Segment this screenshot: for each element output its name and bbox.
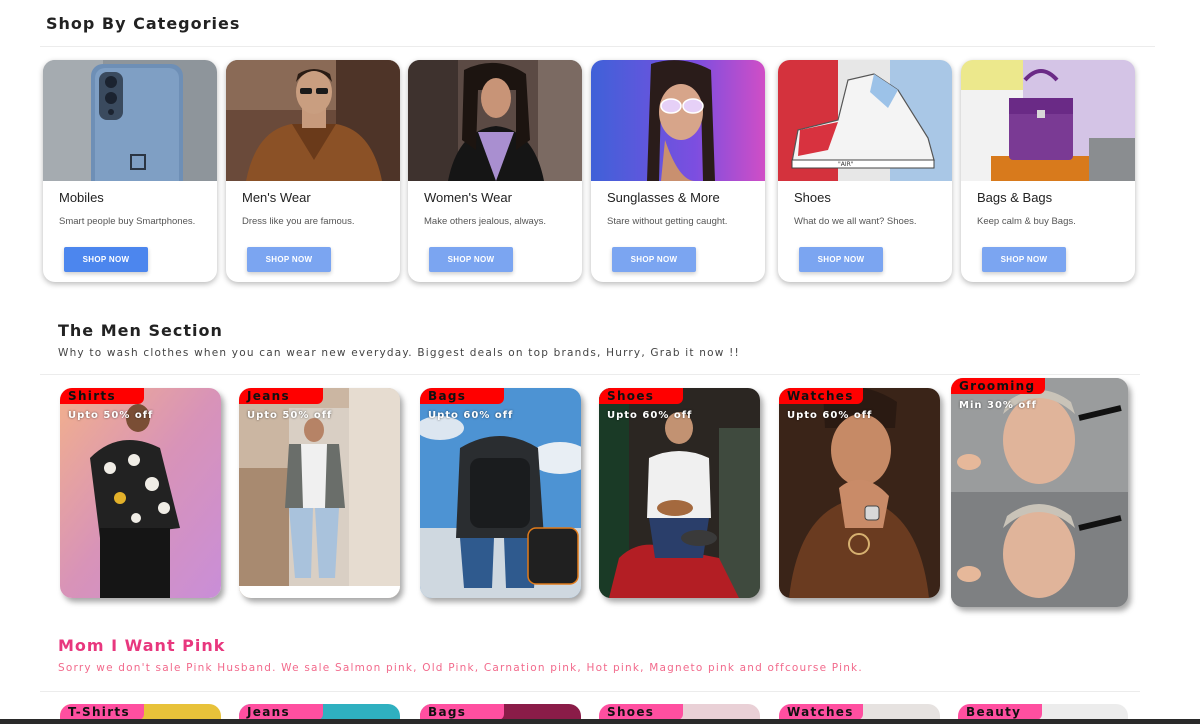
category-description: Smart people buy Smartphones. <box>59 216 196 227</box>
tile-category-tag: Jeans <box>239 388 323 404</box>
grooming-model-image <box>951 378 1128 607</box>
tile-offer-text: Upto 60% off <box>607 410 693 421</box>
page: Shop By Categories Mobiles Smart people … <box>0 0 1200 724</box>
category-card-womens-wear[interactable]: Women's Wear Make others jealous, always… <box>408 60 582 282</box>
tile-offer-text: Upto 60% off <box>787 410 873 421</box>
shop-section-title: Shop By Categories <box>46 14 241 33</box>
tile-category-tag: Shirts <box>60 388 144 404</box>
tile-offer-text: Upto 60% off <box>428 410 514 421</box>
man-image <box>226 60 400 181</box>
divider <box>40 691 1140 692</box>
category-name: Women's Wear <box>424 190 512 205</box>
shop-now-button[interactable]: SHOP NOW <box>247 247 331 272</box>
divider <box>40 374 1140 375</box>
category-description: Dress like you are famous. <box>242 216 355 227</box>
category-name: Bags & Bags <box>977 190 1053 205</box>
category-description: What do we all want? Shoes. <box>794 216 917 227</box>
men-tile-shirts[interactable]: Shirts Upto 50% off <box>60 388 221 598</box>
category-name: Men's Wear <box>242 190 311 205</box>
category-name: Mobiles <box>59 190 104 205</box>
tile-category-tag: Watches <box>779 704 863 720</box>
tile-category-tag: Jeans <box>239 704 323 720</box>
men-tile-shoes[interactable]: Shoes Upto 60% off <box>599 388 760 598</box>
tile-category-tag: Beauty <box>958 704 1042 720</box>
sunglasses-image <box>591 60 765 181</box>
men-tile-watches[interactable]: Watches Upto 60% off <box>779 388 940 598</box>
tile-offer-text: Min 30% off <box>959 400 1037 411</box>
men-tile-bags[interactable]: Bags Upto 60% off <box>420 388 581 598</box>
tile-category-tag: Bags <box>420 388 504 404</box>
category-description: Stare without getting caught. <box>607 216 728 227</box>
men-section-title: The Men Section <box>58 321 223 340</box>
category-description: Make others jealous, always. <box>424 216 546 227</box>
tile-category-tag: Shoes <box>599 388 683 404</box>
shop-now-button[interactable]: SHOP NOW <box>799 247 883 272</box>
tile-category-tag: Grooming <box>951 378 1045 394</box>
taskbar-edge <box>0 719 1200 724</box>
pink-section-title: Mom I Want Pink <box>58 636 226 655</box>
pink-section-subtitle: Sorry we don't sale Pink Husband. We sal… <box>58 662 863 674</box>
category-card-mens-wear[interactable]: Men's Wear Dress like you are famous. SH… <box>226 60 400 282</box>
tile-category-tag: Watches <box>779 388 863 404</box>
shop-now-button[interactable]: SHOP NOW <box>982 247 1066 272</box>
shop-now-button[interactable]: SHOP NOW <box>612 247 696 272</box>
svg-text:"AIR": "AIR" <box>838 161 854 168</box>
tile-offer-text: Upto 50% off <box>247 410 333 421</box>
phone-image <box>43 60 217 181</box>
shop-now-button[interactable]: SHOP NOW <box>64 247 148 272</box>
woman-image <box>408 60 582 181</box>
men-tile-grooming[interactable]: Grooming Min 30% off <box>951 378 1128 607</box>
men-section-subtitle: Why to wash clothes when you can wear ne… <box>58 347 740 359</box>
category-card-shoes[interactable]: "AIR" Shoes What do we all want? Shoes. … <box>778 60 952 282</box>
tile-category-tag: Shoes <box>599 704 683 720</box>
category-card-mobiles[interactable]: Mobiles Smart people buy Smartphones. SH… <box>43 60 217 282</box>
divider <box>40 46 1155 47</box>
category-name: Sunglasses & More <box>607 190 720 205</box>
sneaker-image: "AIR" <box>778 60 952 181</box>
category-card-sunglasses[interactable]: Sunglasses & More Stare without getting … <box>591 60 765 282</box>
category-name: Shoes <box>794 190 831 205</box>
men-tile-jeans[interactable]: Jeans Upto 50% off <box>239 388 400 598</box>
handbag-image <box>961 60 1135 181</box>
tile-offer-text: Upto 50% off <box>68 410 154 421</box>
tile-category-tag: T-Shirts <box>60 704 144 720</box>
category-card-bags[interactable]: Bags & Bags Keep calm & buy Bags. SHOP N… <box>961 60 1135 282</box>
tile-category-tag: Bags <box>420 704 504 720</box>
shop-now-button[interactable]: SHOP NOW <box>429 247 513 272</box>
category-description: Keep calm & buy Bags. <box>977 216 1076 227</box>
